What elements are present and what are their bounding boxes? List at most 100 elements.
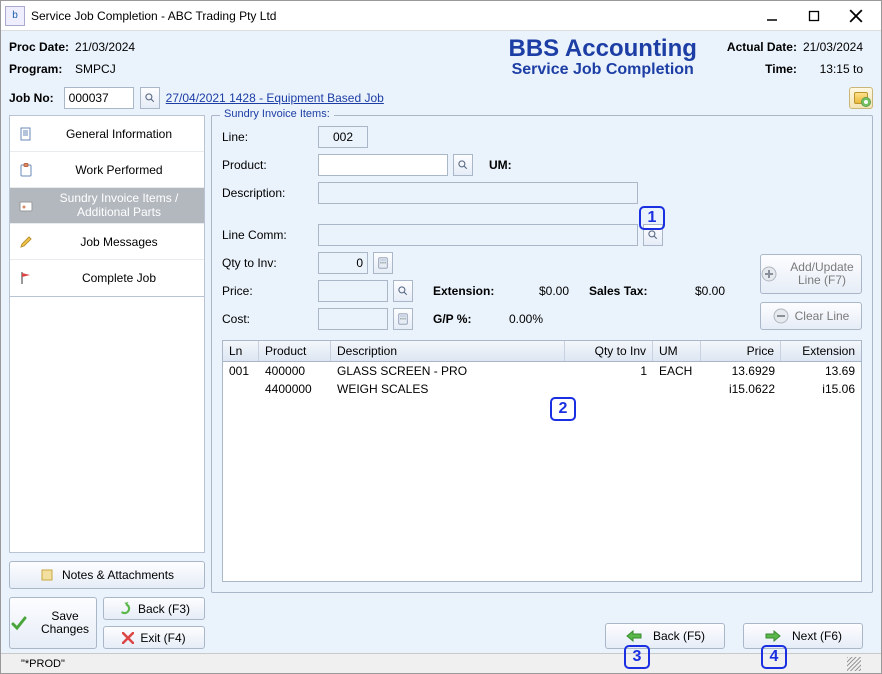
cell-ext: 13.69 [781, 362, 861, 380]
minus-icon [773, 308, 789, 324]
brand-title: BBS Accounting [508, 37, 696, 61]
cell-desc: WEIGH SCALES [331, 380, 565, 398]
back-f3-label: Back (F3) [138, 602, 190, 616]
notes-attachments-button[interactable]: Notes & Attachments [9, 561, 205, 589]
cell-ln [223, 380, 259, 398]
cost-calc-button[interactable] [393, 308, 413, 330]
nav-job-messages[interactable]: Job Messages [10, 224, 204, 260]
nav-work-performed[interactable]: Work Performed [10, 152, 204, 188]
qty-input[interactable] [318, 252, 368, 274]
items-grid[interactable]: Ln Product Description Qty to Inv UM Pri… [222, 340, 862, 582]
documents-icon[interactable] [849, 87, 873, 109]
window-title: Service Job Completion - ABC Trading Pty… [31, 9, 751, 23]
side-nav: General Information Work Performed Sundr… [9, 115, 205, 297]
job-no-input[interactable] [64, 87, 134, 109]
clear-line-label: Clear Line [795, 309, 850, 323]
col-price[interactable]: Price [701, 341, 781, 361]
col-qty[interactable]: Qty to Inv [565, 341, 653, 361]
cell-product: 4400000 [259, 380, 331, 398]
job-link[interactable]: 27/04/2021 1428 - Equipment Based Job [166, 91, 384, 105]
cost-input[interactable] [318, 308, 388, 330]
back-f5-button[interactable]: Back (F5) [605, 623, 725, 649]
back-f5-label: Back (F5) [653, 629, 705, 643]
cell-price: i15.0622 [701, 380, 781, 398]
program-label: Program: [9, 62, 75, 76]
close-icon [122, 632, 134, 644]
gp-value: 0.00% [509, 312, 569, 326]
cell-desc: GLASS SCREEN - PRO [331, 362, 565, 380]
price-lookup-button[interactable] [393, 280, 413, 302]
save-label: Save Changes [34, 610, 96, 636]
job-no-label: Job No: [9, 91, 54, 105]
qty-label: Qty to Inv: [222, 256, 312, 270]
sales-tax-value: $0.00 [665, 284, 725, 298]
cell-um [653, 380, 701, 398]
back-arrow-icon [118, 602, 132, 616]
job-no-lookup-button[interactable] [140, 87, 160, 109]
cell-qty: 1 [565, 362, 653, 380]
cell-ln: 001 [223, 362, 259, 380]
col-ext[interactable]: Extension [781, 341, 861, 361]
col-description[interactable]: Description [331, 341, 565, 361]
document-icon [18, 126, 34, 142]
line-comm-input[interactable] [318, 224, 638, 246]
notes-icon [40, 568, 54, 582]
titlebar: b Service Job Completion - ABC Trading P… [1, 1, 881, 31]
nav-label: Job Messages [42, 235, 196, 249]
proc-date-label: Proc Date: [9, 40, 75, 54]
table-row[interactable]: 4400000WEIGH SCALESi15.0622i15.06 [223, 380, 861, 398]
add-update-label: Add/Update Line (F7) [783, 261, 861, 287]
line-input[interactable] [318, 126, 368, 148]
time-label: Time: [727, 62, 803, 76]
table-row[interactable]: 001400000GLASS SCREEN - PRO1EACH13.69291… [223, 362, 861, 380]
job-row: Job No: 27/04/2021 1428 - Equipment Base… [9, 87, 873, 109]
clipboard-icon [18, 162, 34, 178]
minimize-button[interactable] [751, 3, 793, 29]
next-f6-button[interactable]: Next (F6) [743, 623, 863, 649]
line-label: Line: [222, 130, 312, 144]
panel-title: Sundry Invoice Items: [220, 108, 334, 120]
nav-complete-job[interactable]: Complete Job [10, 260, 204, 296]
actual-date-label: Actual Date: [727, 40, 803, 54]
brand-subtitle: Service Job Completion [508, 61, 696, 79]
description-label: Description: [222, 186, 312, 200]
check-icon [10, 614, 28, 632]
notes-label: Notes & Attachments [62, 568, 174, 582]
pencil-icon [18, 234, 34, 250]
exit-f4-label: Exit (F4) [140, 631, 185, 645]
extension-value: $0.00 [509, 284, 569, 298]
close-button[interactable] [835, 3, 877, 29]
actual-date-value: 21/03/2024 [803, 40, 873, 54]
header: Proc Date: 21/03/2024 BBS Accounting Ser… [9, 37, 873, 79]
clear-line-button[interactable]: Clear Line [760, 302, 862, 330]
back-f3-button[interactable]: Back (F3) [103, 597, 205, 620]
sales-tax-label: Sales Tax: [589, 284, 659, 298]
nav-label: Work Performed [42, 163, 196, 177]
nav-sundry-invoice[interactable]: Sundry Invoice Items / Additional Parts [10, 188, 204, 224]
product-input[interactable] [318, 154, 448, 176]
next-f6-label: Next (F6) [792, 629, 842, 643]
nav-label: General Information [42, 127, 196, 141]
add-update-line-button[interactable]: Add/Update Line (F7) [760, 254, 862, 294]
qty-calc-button[interactable] [373, 252, 393, 274]
product-lookup-button[interactable] [453, 154, 473, 176]
col-um[interactable]: UM [653, 341, 701, 361]
nav-label: Sundry Invoice Items / Additional Parts [42, 192, 196, 218]
save-changes-button[interactable]: Save Changes [9, 597, 97, 649]
line-comm-lookup-button[interactable] [643, 224, 663, 246]
col-ln[interactable]: Ln [223, 341, 259, 361]
parts-icon [18, 198, 34, 214]
status-text: "*PROD" [21, 658, 65, 670]
price-input[interactable] [318, 280, 388, 302]
nav-general-information[interactable]: General Information [10, 116, 204, 152]
cell-product: 400000 [259, 362, 331, 380]
description-input[interactable] [318, 182, 638, 204]
plus-icon [761, 266, 777, 282]
status-bar: "*PROD" [1, 653, 881, 673]
exit-f4-button[interactable]: Exit (F4) [103, 626, 205, 649]
gp-label: G/P %: [433, 312, 503, 326]
resize-grip-icon[interactable] [847, 657, 861, 671]
time-value: 13:15 to [803, 62, 873, 76]
col-product[interactable]: Product [259, 341, 331, 361]
maximize-button[interactable] [793, 3, 835, 29]
